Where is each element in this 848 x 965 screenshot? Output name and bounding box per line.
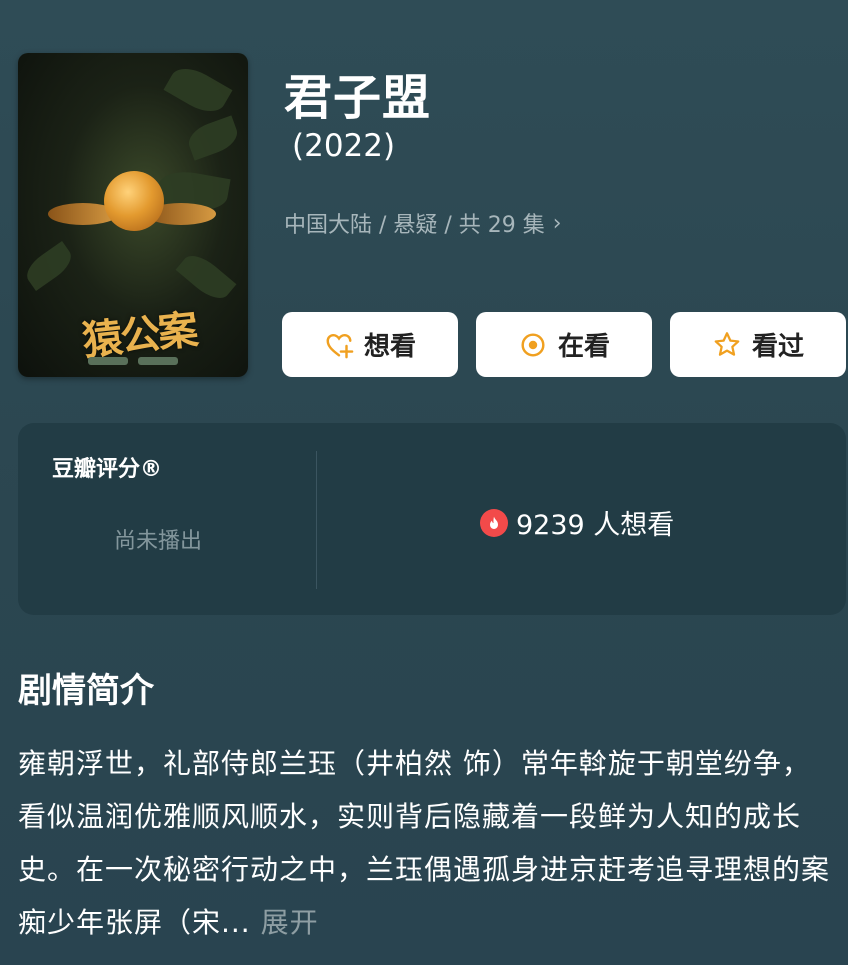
synopsis-body: 雍朝浮世，礼部侍郎兰珏（井柏然 饰）常年斡旋于朝堂纷争，看似温润优雅顺风顺水，实… [18, 737, 836, 949]
fire-icon [480, 508, 508, 537]
expand-link[interactable]: 展开 [261, 906, 319, 939]
want-count: 9239 人想看 [480, 503, 674, 542]
want-to-watch-button[interactable]: 想看 [282, 312, 458, 377]
divider [316, 451, 317, 589]
chevron-right-icon: › [552, 210, 562, 236]
synopsis-heading: 剧情简介 [18, 671, 154, 711]
watched-button[interactable]: 看过 [670, 312, 846, 377]
meta-info-link[interactable]: 中国大陆 / 悬疑 / 共 29 集 › [284, 207, 562, 239]
rating-status: 尚未播出 [114, 529, 203, 554]
heart-plus-icon [326, 333, 354, 358]
poster-image[interactable]: 猿公案 [18, 53, 248, 377]
release-year: (2022) [292, 128, 396, 164]
page-title: 君子盟 [284, 70, 432, 126]
watching-label: 在看 [557, 332, 610, 362]
action-buttons: 想看 在看 看过 [282, 312, 846, 377]
synopsis-text: 雍朝浮世，礼部侍郎兰珏（井柏然 饰）常年斡旋于朝堂纷争，看似温润优雅顺风顺水，实… [18, 747, 831, 939]
watched-label: 看过 [751, 332, 804, 362]
want-to-watch-label: 想看 [363, 332, 416, 362]
rating-label: 豆瓣评分® [52, 457, 163, 482]
watching-button[interactable]: 在看 [476, 312, 652, 377]
meta-info-text: 中国大陆 / 悬疑 / 共 29 集 [284, 213, 545, 238]
star-icon [714, 331, 740, 356]
want-count-text: 9239 人想看 [516, 510, 675, 541]
rating-card[interactable]: 豆瓣评分® 尚未播出 9239 人想看 [18, 423, 846, 615]
target-icon [521, 332, 545, 357]
